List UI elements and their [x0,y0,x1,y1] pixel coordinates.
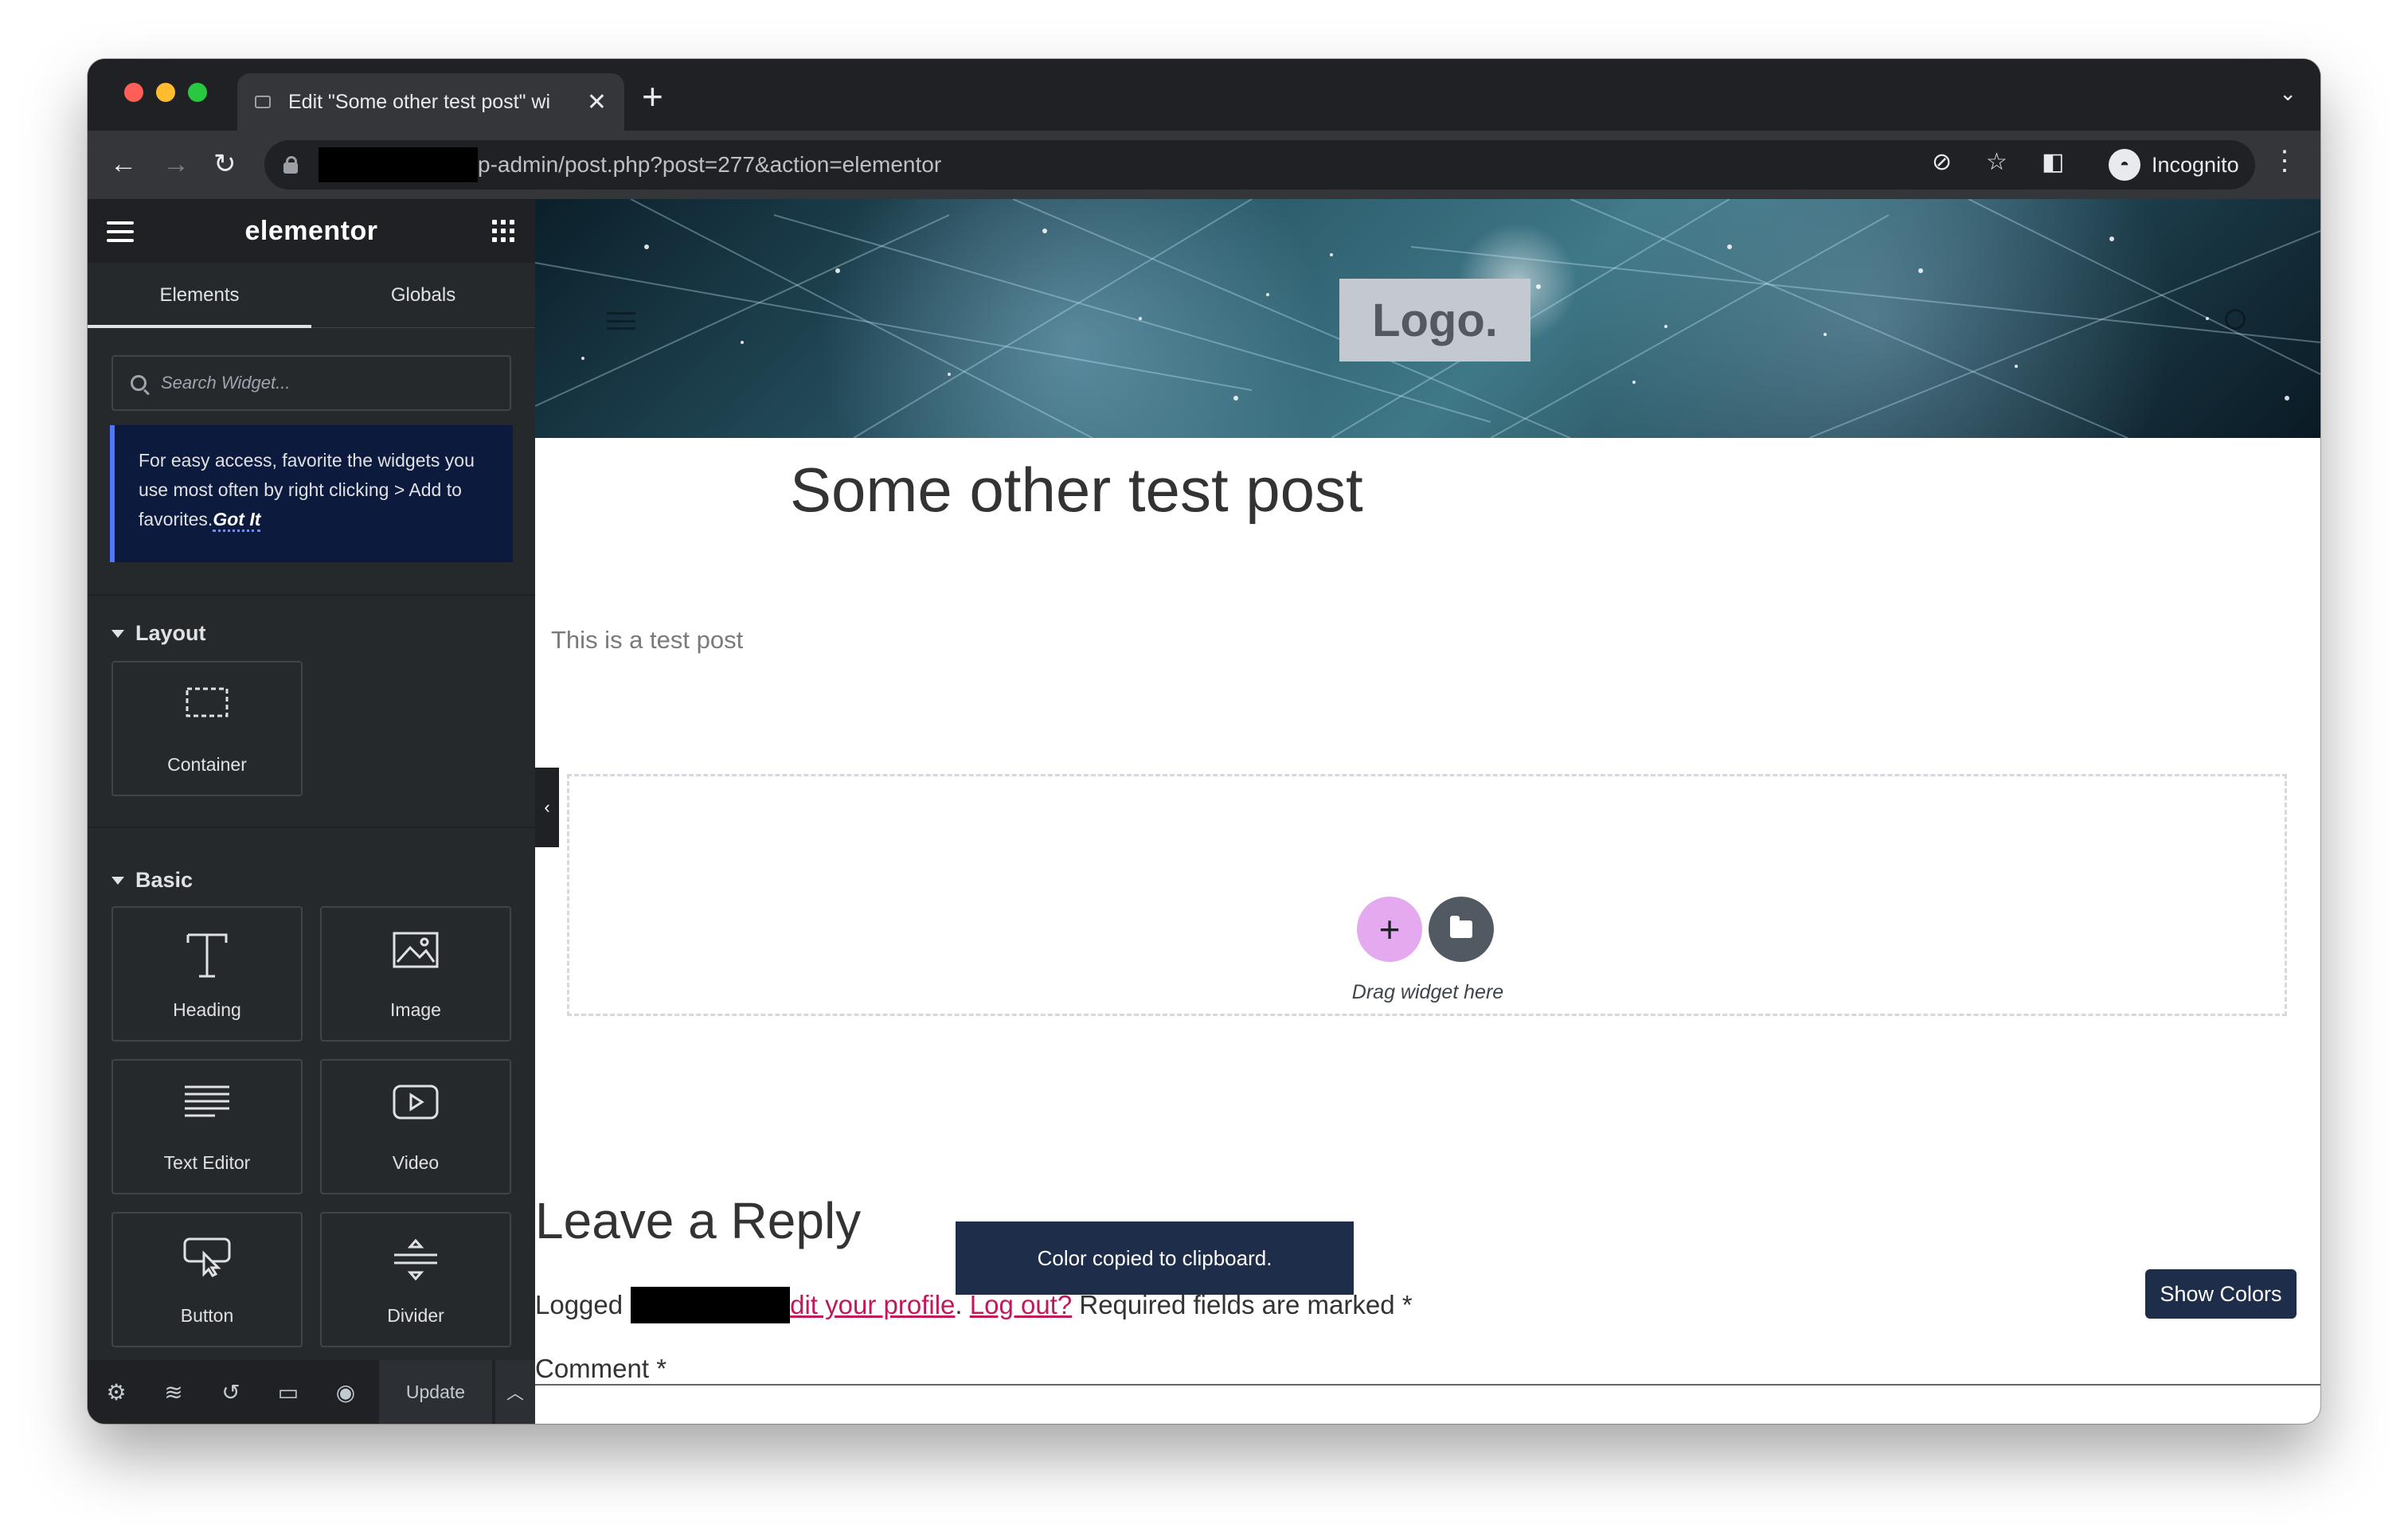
lock-icon [283,156,298,174]
widget-button[interactable]: Button [111,1212,303,1347]
side-panel-icon[interactable]: ◧ [2042,148,2064,176]
comment-textarea[interactable] [535,1384,2320,1424]
widget-text-editor[interactable]: Text Editor [111,1059,303,1194]
hamburger-menu-icon[interactable] [107,221,134,242]
panel-header: elementor [88,199,535,263]
category-layout-toggle[interactable]: Layout [111,621,206,646]
site-search-icon[interactable] [2225,309,2246,330]
responsive-mode-icon[interactable]: ▭ [260,1379,317,1405]
new-tab-icon[interactable]: + [642,75,663,118]
site-menu-icon[interactable] [607,312,635,330]
widget-heading[interactable]: Heading [111,906,303,1042]
show-colors-button[interactable]: Show Colors [2145,1269,2297,1319]
widget-drop-zone[interactable] [567,774,2287,1016]
post-content: This is a test post [551,626,744,654]
search-icon [131,375,147,391]
maximize-window-button[interactable] [188,83,207,102]
container-icon [185,686,229,723]
folder-icon [1450,916,1472,938]
category-basic-toggle[interactable]: Basic [111,868,193,893]
close-window-button[interactable] [124,83,143,102]
section-divider [88,827,535,828]
category-label: Basic [135,868,194,892]
panel-tabs: Elements Globals [88,263,535,328]
browser-window: Edit "Some other test post" wi ✕ + ⌄ ← →… [88,59,2320,1424]
edit-profile-link[interactable]: dit your profile [790,1290,955,1320]
forward-arrow-icon[interactable]: → [162,147,190,182]
tracking-protection-eye-icon[interactable]: ⊘ [1932,148,1952,176]
text-lines-icon [183,1085,231,1123]
widget-label: Text Editor [163,1152,251,1173]
add-template-folder-button[interactable] [1429,897,1494,962]
preview-eye-icon[interactable]: ◉ [317,1379,374,1405]
widget-label: Video [392,1152,440,1173]
browser-menu-icon[interactable]: ⋮ [2271,145,2298,177]
reload-icon[interactable]: ↻ [213,147,236,182]
widget-label: Divider [387,1305,444,1326]
drag-widget-hint: Drag widget here [1351,981,1504,1003]
widget-container[interactable]: Container [111,661,303,796]
widget-label: Image [390,999,441,1020]
widget-video[interactable]: Video [320,1059,511,1194]
browser-tab-active[interactable]: Edit "Some other test post" wi ✕ [237,73,624,131]
save-options-chevron-up-icon[interactable]: ︿ [494,1360,535,1424]
tab-search-chevron-icon[interactable]: ⌄ [2279,81,2297,106]
back-arrow-icon[interactable]: ← [110,147,137,182]
widget-label: Container [167,754,247,775]
collapse-panel-chevron-left-icon[interactable]: ‹ [535,768,559,847]
incognito-icon: ◓ [2109,149,2140,181]
caret-down-icon [111,629,124,638]
site-logo[interactable]: Logo. [1339,279,1530,362]
comment-label: Comment * [535,1354,667,1383]
tab-elements[interactable]: Elements [88,263,311,328]
search-widget-input[interactable]: Search Widget... [111,355,511,411]
page-favicon-icon [255,96,271,108]
widgets-grid-icon[interactable] [492,220,514,242]
redacted-block [319,147,478,182]
panel-footer: ⚙ ≋ ↺ ▭ ◉ Update ︿ [88,1360,535,1424]
reply-heading: Leave a Reply [535,1192,862,1249]
minimize-window-button[interactable] [156,83,175,102]
logged-prefix: Logged [535,1290,624,1319]
update-button[interactable]: Update [379,1360,492,1424]
search-placeholder: Search Widget... [161,373,291,393]
tab-globals[interactable]: Globals [311,263,535,327]
clipboard-toast: Color copied to clipboard. [956,1221,1354,1295]
widget-image[interactable]: Image [320,906,511,1042]
got-it-link[interactable]: Got It [213,509,261,532]
post-title: Some other test post [790,455,1363,525]
caret-down-icon [111,876,124,885]
widget-label: Button [180,1305,234,1326]
redacted-block [631,1287,791,1323]
button-cursor-icon [183,1237,231,1282]
incognito-profile-button[interactable]: ◓ Incognito [2097,140,2255,190]
notice-text: For easy access, favorite the widgets yo… [139,450,475,530]
bookmark-star-icon[interactable]: ☆ [1986,148,2007,176]
elementor-logo: elementor [244,215,378,246]
favorites-notice: For easy access, favorite the widgets yo… [110,425,513,562]
video-play-icon [393,1085,439,1124]
elementor-panel: elementor Elements Globals Search Widget… [88,199,535,1424]
preview-canvas: Logo. Some other test post This is a tes… [535,199,2320,1424]
hero-header-image: Logo. [535,199,2320,438]
navigator-layers-icon[interactable]: ≋ [145,1379,202,1405]
history-icon[interactable]: ↺ [202,1379,260,1405]
divider-icon [393,1237,439,1287]
category-label: Layout [135,621,206,645]
browser-toolbar: ← → ↻ p-admin/post.php?post=277&action=e… [88,131,2320,199]
image-icon [393,932,439,973]
browser-titlebar: Edit "Some other test post" wi ✕ + ⌄ [88,59,2320,131]
close-tab-icon[interactable]: ✕ [587,88,607,116]
address-bar[interactable]: p-admin/post.php?post=277&action=element… [264,140,2144,190]
settings-gear-icon[interactable]: ⚙ [88,1379,145,1405]
tab-title: Edit "Some other test post" wi [288,90,551,113]
url-text: p-admin/post.php?post=277&action=element… [478,152,942,177]
add-section-plus-icon[interactable]: + [1357,897,1422,962]
widget-divider[interactable]: Divider [320,1212,511,1347]
incognito-label: Incognito [2152,152,2239,177]
section-divider [88,594,535,596]
heading-t-icon [185,932,229,984]
widget-label: Heading [173,999,241,1020]
